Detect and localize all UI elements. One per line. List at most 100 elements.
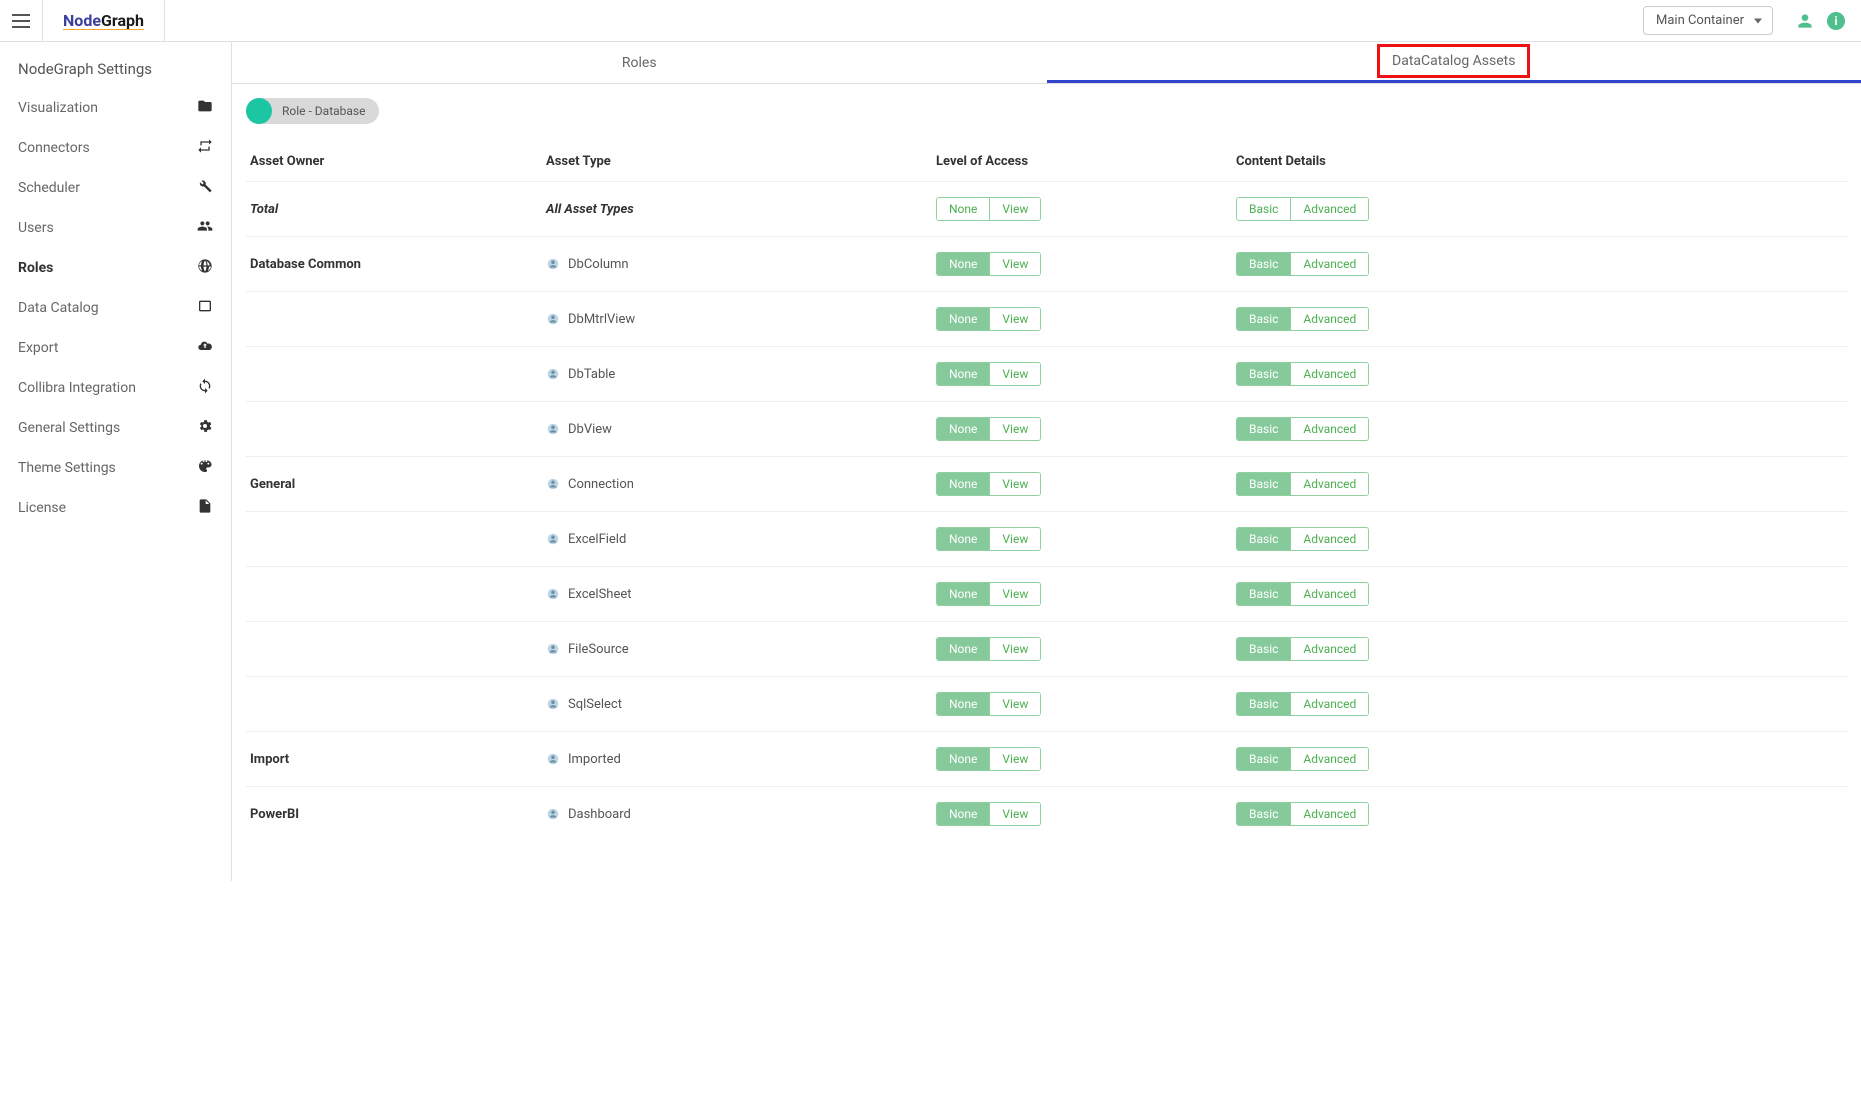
sidebar-item-visualization[interactable]: Visualization [0,88,231,128]
access-none[interactable]: None [937,363,989,385]
sidebar-item-data-catalog[interactable]: Data Catalog [0,288,231,328]
access-none[interactable]: None [937,418,989,440]
access-view[interactable]: View [989,253,1040,275]
details-basic[interactable]: Basic [1237,638,1290,660]
access-none[interactable]: None [937,198,989,220]
sidebar-item-collibra-integration[interactable]: Collibra Integration [0,368,231,408]
details-basic[interactable]: Basic [1237,473,1290,495]
details-advanced[interactable]: Advanced [1290,803,1368,825]
access-toggle[interactable]: NoneView [936,582,1041,606]
access-toggle[interactable]: NoneView [936,197,1041,221]
asset-type-icon [546,477,560,491]
details-toggle[interactable]: BasicAdvanced [1236,582,1369,606]
access-view[interactable]: View [989,308,1040,330]
access-toggle[interactable]: NoneView [936,527,1041,551]
access-toggle[interactable]: NoneView [936,417,1041,441]
hamburger-menu[interactable] [0,0,42,42]
details-advanced[interactable]: Advanced [1290,198,1368,220]
access-none[interactable]: None [937,253,989,275]
details-basic[interactable]: Basic [1237,363,1290,385]
details-basic[interactable]: Basic [1237,308,1290,330]
access-view[interactable]: View [989,583,1040,605]
access-toggle[interactable]: NoneView [936,307,1041,331]
access-view[interactable]: View [989,693,1040,715]
access-view[interactable]: View [989,528,1040,550]
details-advanced[interactable]: Advanced [1290,528,1368,550]
details-advanced[interactable]: Advanced [1290,583,1368,605]
details-toggle[interactable]: BasicAdvanced [1236,362,1369,386]
access-none[interactable]: None [937,748,989,770]
access-none[interactable]: None [937,693,989,715]
details-basic[interactable]: Basic [1237,693,1290,715]
sidebar: NodeGraph Settings VisualizationConnecto… [0,42,232,881]
sidebar-item-export[interactable]: Export [0,328,231,368]
details-basic[interactable]: Basic [1237,803,1290,825]
sidebar-item-users[interactable]: Users [0,208,231,248]
details-toggle[interactable]: BasicAdvanced [1236,307,1369,331]
access-none[interactable]: None [937,528,989,550]
details-advanced[interactable]: Advanced [1290,308,1368,330]
access-view[interactable]: View [989,473,1040,495]
user-icon[interactable] [1795,11,1815,31]
details-toggle[interactable]: BasicAdvanced [1236,197,1369,221]
access-none[interactable]: None [937,473,989,495]
access-view[interactable]: View [989,363,1040,385]
info-icon[interactable]: i [1827,12,1845,30]
sidebar-item-scheduler[interactable]: Scheduler [0,168,231,208]
asset-type-icon [546,367,560,381]
tab-datacatalog-assets[interactable]: DataCatalog Assets [1047,42,1861,83]
sidebar-item-roles[interactable]: Roles [0,248,231,288]
details-toggle[interactable]: BasicAdvanced [1236,417,1369,441]
access-view[interactable]: View [989,418,1040,440]
details-toggle[interactable]: BasicAdvanced [1236,527,1369,551]
logo[interactable]: NodeGraph [42,0,165,41]
details-advanced[interactable]: Advanced [1290,363,1368,385]
details-toggle[interactable]: BasicAdvanced [1236,747,1369,771]
access-toggle[interactable]: NoneView [936,637,1041,661]
details-basic[interactable]: Basic [1237,418,1290,440]
sidebar-item-general-settings[interactable]: General Settings [0,408,231,448]
details-advanced[interactable]: Advanced [1290,253,1368,275]
details-advanced[interactable]: Advanced [1290,418,1368,440]
access-none[interactable]: None [937,803,989,825]
container-select[interactable]: Main Container [1643,6,1773,35]
details-toggle[interactable]: BasicAdvanced [1236,472,1369,496]
details-basic[interactable]: Basic [1237,748,1290,770]
access-none[interactable]: None [937,638,989,660]
access-toggle[interactable]: NoneView [936,252,1041,276]
details-toggle[interactable]: BasicAdvanced [1236,252,1369,276]
access-toggle[interactable]: NoneView [936,747,1041,771]
sidebar-item-connectors[interactable]: Connectors [0,128,231,168]
role-chip[interactable]: Role - Database [246,98,379,124]
sidebar-item-theme-settings[interactable]: Theme Settings [0,448,231,488]
details-advanced[interactable]: Advanced [1290,473,1368,495]
type-cell: SqlSelect [546,697,936,712]
access-view[interactable]: View [989,748,1040,770]
details-basic[interactable]: Basic [1237,198,1290,220]
sidebar-item-license[interactable]: License [0,488,231,528]
details-toggle[interactable]: BasicAdvanced [1236,637,1369,661]
logo-text-node: Node [63,11,101,30]
details-basic[interactable]: Basic [1237,253,1290,275]
access-toggle[interactable]: NoneView [936,802,1041,826]
details-toggle[interactable]: BasicAdvanced [1236,802,1369,826]
details-toggle[interactable]: BasicAdvanced [1236,692,1369,716]
access-none[interactable]: None [937,583,989,605]
access-toggle[interactable]: NoneView [936,472,1041,496]
details-advanced[interactable]: Advanced [1290,638,1368,660]
access-view[interactable]: View [989,198,1040,220]
access-toggle[interactable]: NoneView [936,692,1041,716]
access-none[interactable]: None [937,308,989,330]
type-label: FileSource [568,642,629,657]
details-advanced[interactable]: Advanced [1290,748,1368,770]
details-basic[interactable]: Basic [1237,528,1290,550]
access-cell: NoneView [936,527,1236,551]
type-label: DbTable [568,367,615,382]
table-row: DbViewNoneViewBasicAdvanced [246,401,1847,456]
access-toggle[interactable]: NoneView [936,362,1041,386]
details-advanced[interactable]: Advanced [1290,693,1368,715]
details-basic[interactable]: Basic [1237,583,1290,605]
tab-roles[interactable]: Roles [232,42,1047,83]
access-view[interactable]: View [989,638,1040,660]
access-view[interactable]: View [989,803,1040,825]
